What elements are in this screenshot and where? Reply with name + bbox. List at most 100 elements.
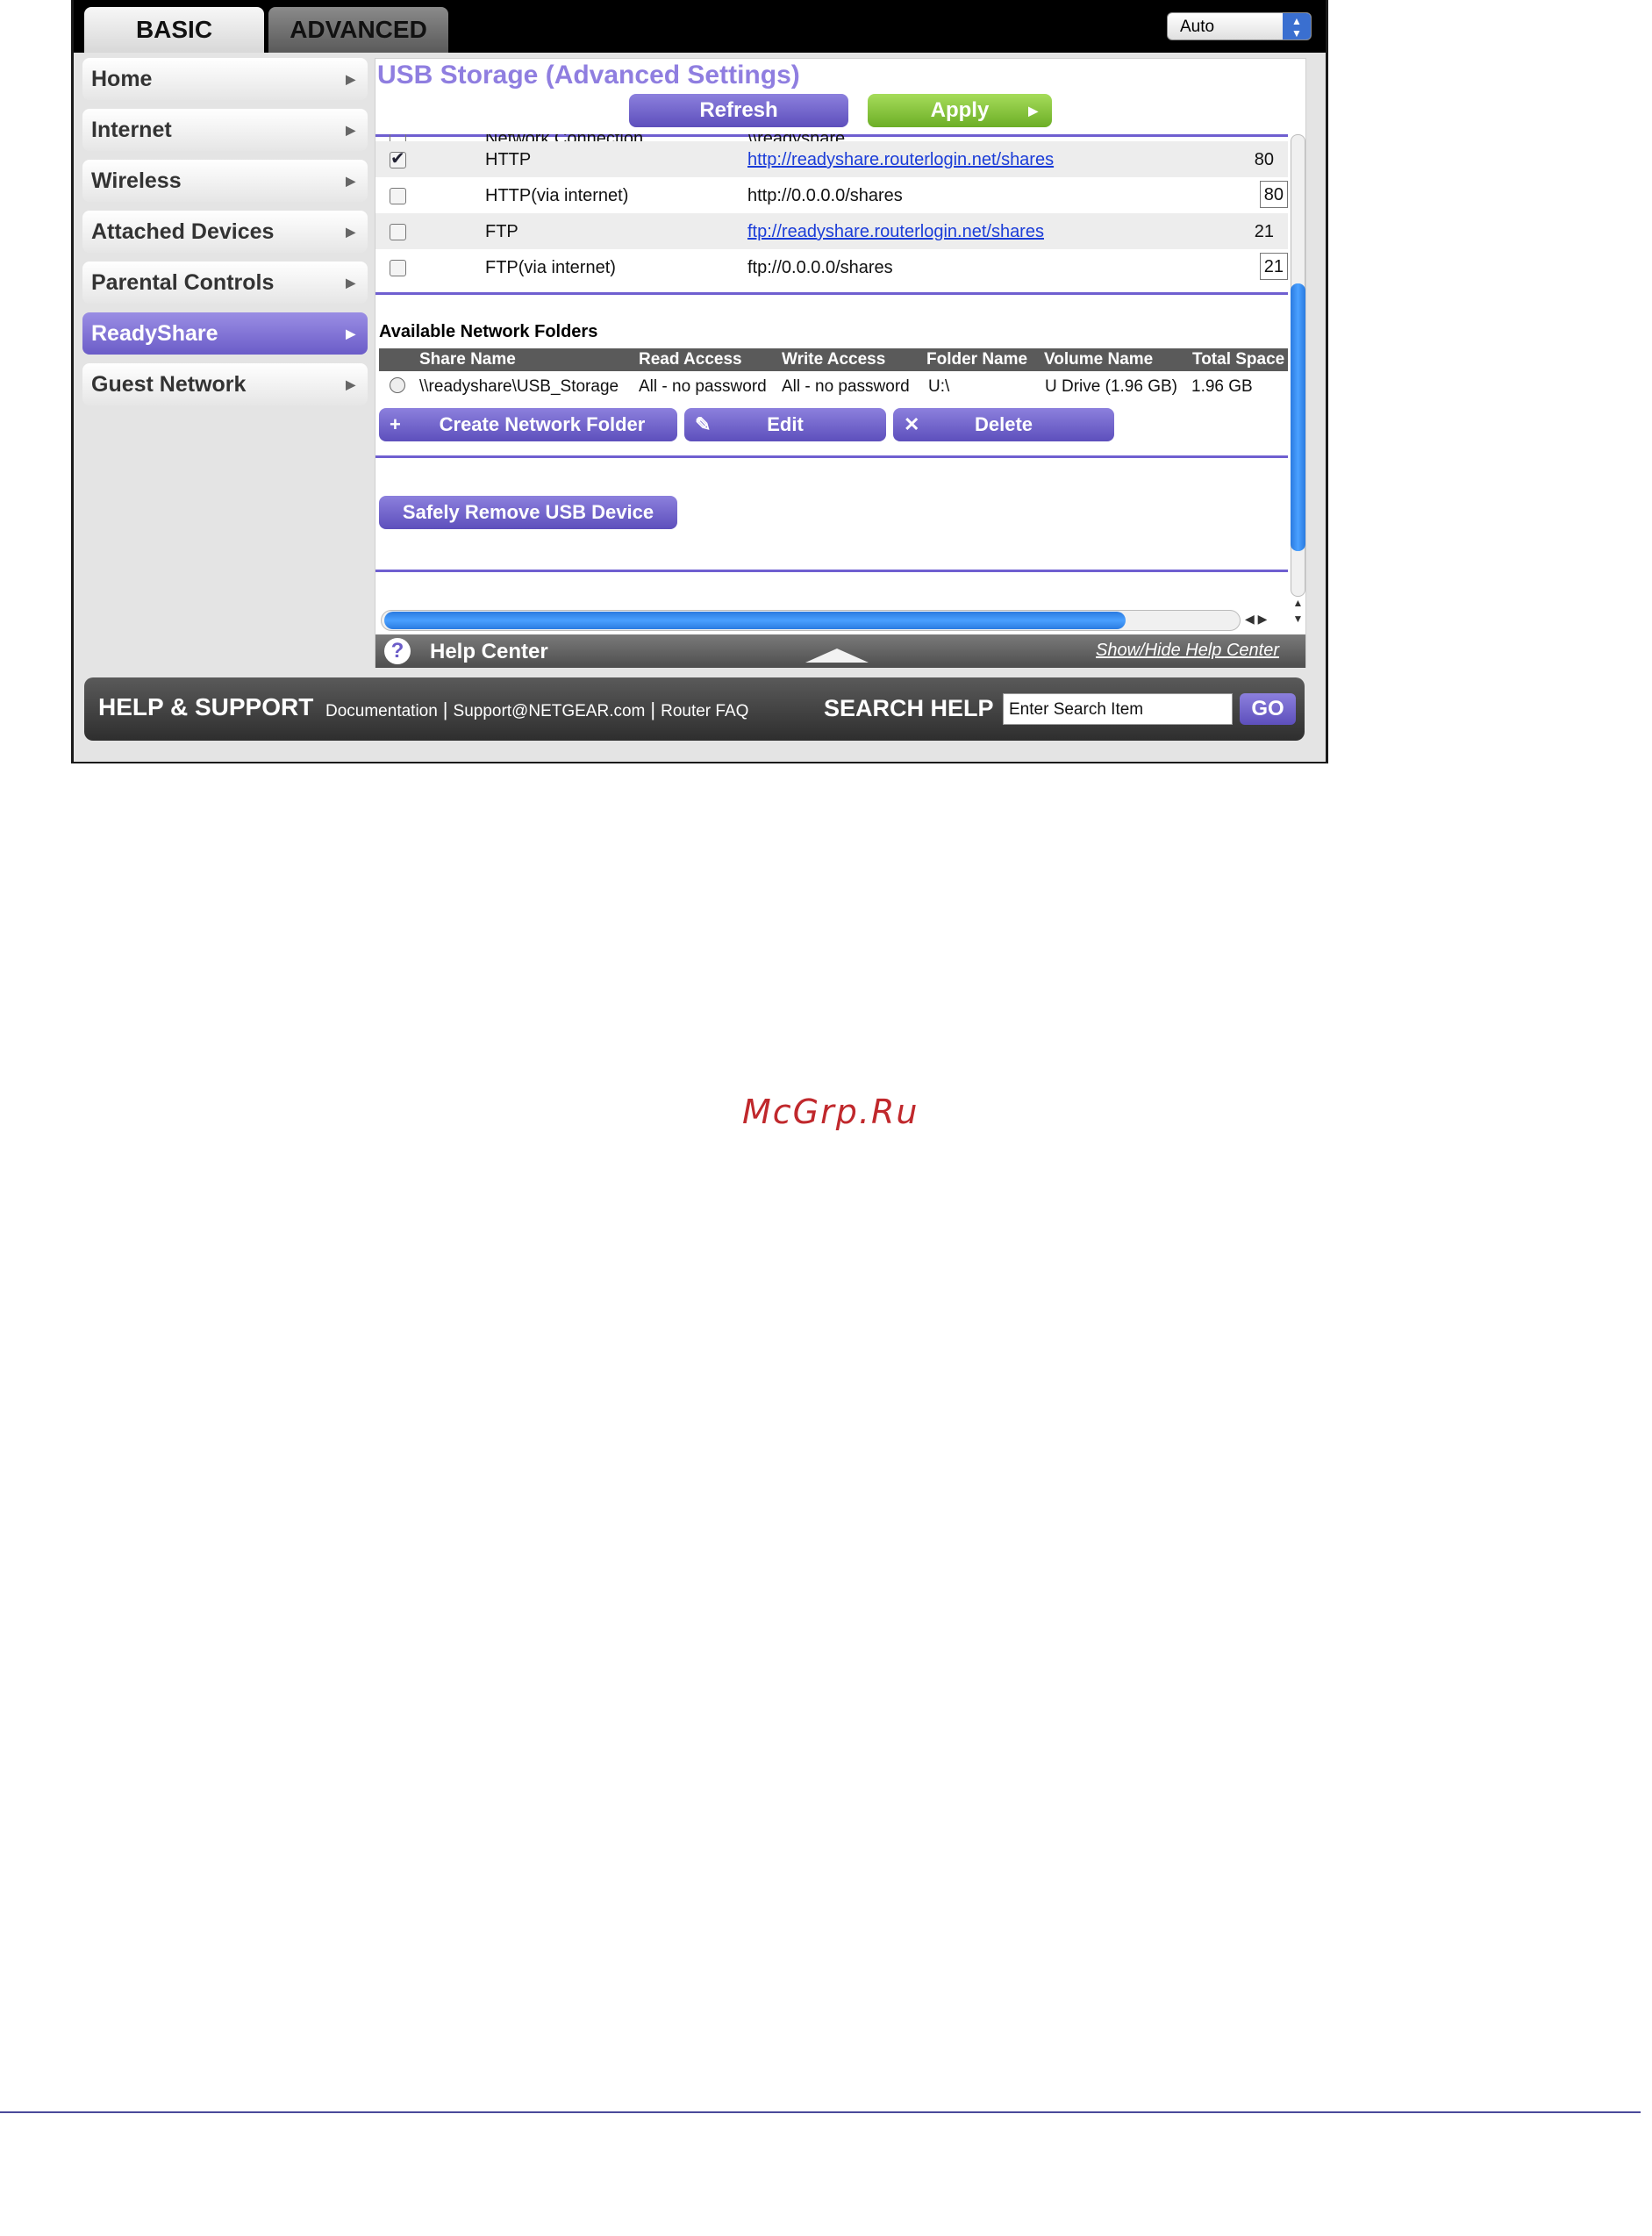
column-header: Write Access (782, 350, 886, 369)
access-row-http-internet: HTTP(via internet) http://0.0.0.0/shares… (375, 177, 1288, 213)
language-select-value: Auto (1180, 18, 1215, 36)
column-header: Read Access (639, 350, 742, 369)
delete-label: Delete (974, 413, 1033, 435)
safely-remove-usb-button[interactable]: Safely Remove USB Device (379, 496, 677, 529)
access-port: 21 (1254, 222, 1274, 241)
apply-button[interactable]: Apply ▶ (868, 94, 1052, 127)
table-row: \\readyshare\USB_Storage All - no passwo… (379, 375, 1288, 399)
chevron-right-icon: ▶ (346, 72, 355, 86)
sidebar-item-readyshare[interactable]: ReadyShare ▶ (82, 312, 368, 355)
sidebar-item-label: Wireless (91, 168, 182, 193)
sidebar-item-label: Internet (91, 118, 172, 142)
column-header: Total Space (1192, 350, 1285, 369)
scroll-up-icon[interactable]: ▲ (1291, 597, 1305, 609)
scroll-left-right-icon[interactable]: ◀ ▶ (1245, 612, 1267, 627)
tab-basic[interactable]: BASIC (84, 7, 264, 53)
chevron-right-icon: ▶ (346, 326, 355, 340)
access-link[interactable]: ftp://readyshare.routerlogin.net/shares (747, 222, 1044, 242)
help-center-bar: ? Help Center Show/Hide Help Center (375, 634, 1305, 668)
access-port-input[interactable]: 21 (1260, 253, 1288, 280)
sidebar-item-label: Guest Network (91, 372, 247, 397)
total-space-cell: 1.96 GB (1191, 377, 1253, 396)
write-access-cell: All - no password (782, 377, 910, 396)
sidebar-item-label: Home (91, 67, 153, 91)
show-hide-help-link[interactable]: Show/Hide Help Center (1096, 641, 1279, 661)
sidebar-item-home[interactable]: Home ▶ (82, 58, 368, 100)
vertical-scrollbar[interactable]: ▲ ▼ (1291, 134, 1305, 661)
access-name: HTTP(via internet) (485, 186, 629, 205)
sidebar-item-internet[interactable]: Internet ▶ (82, 109, 368, 151)
share-name-cell: \\readyshare\USB_Storage (419, 377, 619, 396)
chevron-right-icon: ▶ (346, 225, 355, 239)
question-icon: ? (384, 638, 411, 664)
sidebar-item-attached-devices[interactable]: Attached Devices ▶ (82, 211, 368, 253)
safely-remove-label: Safely Remove USB Device (402, 501, 654, 523)
access-checkbox[interactable] (390, 260, 406, 276)
go-button[interactable]: GO (1240, 693, 1296, 725)
language-select[interactable]: Auto ▲ ▼ (1167, 12, 1312, 40)
chevron-right-icon: ▶ (346, 377, 355, 391)
router-faq-link[interactable]: Router FAQ (661, 702, 748, 720)
help-center-title: Help Center (430, 640, 548, 663)
create-folder-label: Create Network Folder (439, 413, 646, 435)
sidebar-item-wireless[interactable]: Wireless ▶ (82, 160, 368, 202)
access-name: FTP (485, 222, 518, 241)
apply-button-label: Apply (930, 98, 990, 122)
page-bottom-rule (0, 2111, 1641, 2113)
access-row-ftp: FTP ftp://readyshare.routerlogin.net/sha… (375, 213, 1288, 249)
folders-heading: Available Network Folders (379, 322, 598, 341)
edit-label: Edit (767, 413, 804, 435)
documentation-link[interactable]: Documentation (325, 702, 438, 720)
delete-button[interactable]: ✕ Delete (893, 408, 1114, 441)
watermark-text: McGrp.Ru (742, 1093, 919, 1131)
access-link: http://0.0.0.0/shares (747, 186, 903, 205)
sidebar-item-label: ReadyShare (91, 321, 218, 346)
access-link[interactable]: http://readyshare.routerlogin.net/shares (747, 150, 1054, 170)
help-support-footer: HELP & SUPPORT Documentation | Support@NET… (84, 677, 1305, 741)
refresh-button[interactable]: Refresh (629, 94, 848, 127)
access-row-ftp-internet: FTP(via internet) ftp://0.0.0.0/shares 2… (375, 249, 1288, 285)
sidebar-item-guest-network[interactable]: Guest Network ▶ (82, 363, 368, 405)
access-name: FTP(via internet) (485, 258, 616, 277)
divider (375, 455, 1288, 458)
edit-button[interactable]: ✎ Edit (684, 408, 886, 441)
select-arrows-icon: ▲ ▼ (1283, 13, 1311, 39)
access-checkbox[interactable] (390, 147, 406, 169)
search-help-label: SEARCH HELP (824, 695, 994, 721)
read-access-cell: All - no password (639, 377, 767, 396)
main-panel: USB Storage (Advanced Settings) Refresh … (375, 58, 1306, 668)
scroll-content: Network Connection \\readyshare HTTP htt… (375, 134, 1288, 608)
sidebar-item-label: Attached Devices (91, 219, 275, 244)
chevron-right-icon: ▶ (346, 174, 355, 188)
tab-advanced[interactable]: ADVANCED (268, 7, 448, 53)
expand-up-icon[interactable] (805, 649, 869, 663)
page-title: USB Storage (Advanced Settings) (377, 61, 800, 90)
scrollbar-thumb[interactable] (1291, 283, 1305, 551)
search-input[interactable]: Enter Search Item (1003, 693, 1233, 725)
divider (375, 292, 1288, 295)
sidebar-item-parental-controls[interactable]: Parental Controls ▶ (82, 262, 368, 304)
page-body: Home ▶ Internet ▶ Wireless ▶ Attached Devic… (74, 53, 1326, 762)
access-checkbox[interactable] (390, 224, 406, 240)
support-email-link[interactable]: Support@NETGEAR.com (454, 702, 646, 720)
horizontal-scrollbar[interactable]: ◀ ▶ (381, 610, 1302, 631)
access-link: ftp://0.0.0.0/shares (747, 258, 893, 277)
top-tab-bar: BASIC ADVANCED Auto ▲ ▼ (74, 0, 1326, 53)
folder-name-cell: U:\ (928, 377, 950, 396)
help-support-title: HELP & SUPPORT (98, 693, 314, 720)
folder-radio[interactable] (390, 377, 405, 393)
access-checkbox[interactable] (390, 188, 406, 204)
column-header: Share Name (419, 350, 516, 369)
create-network-folder-button[interactable]: + Create Network Folder (379, 408, 677, 441)
access-port: 80 (1254, 150, 1274, 169)
sidebar: Home ▶ Internet ▶ Wireless ▶ Attached Devic… (82, 58, 368, 414)
footer-links: Documentation | Support@NETGEAR.com | Router… (325, 699, 749, 720)
access-port-input[interactable]: 80 (1260, 181, 1288, 208)
plus-icon: + (390, 413, 401, 435)
access-row-http: HTTP http://readyshare.routerlogin.net/s… (375, 141, 1288, 177)
access-name: HTTP (485, 150, 532, 169)
scrollbar-thumb[interactable] (384, 612, 1126, 629)
divider (375, 570, 1288, 572)
chevron-right-icon: ▶ (346, 123, 355, 137)
chevron-right-icon: ▶ (346, 276, 355, 290)
